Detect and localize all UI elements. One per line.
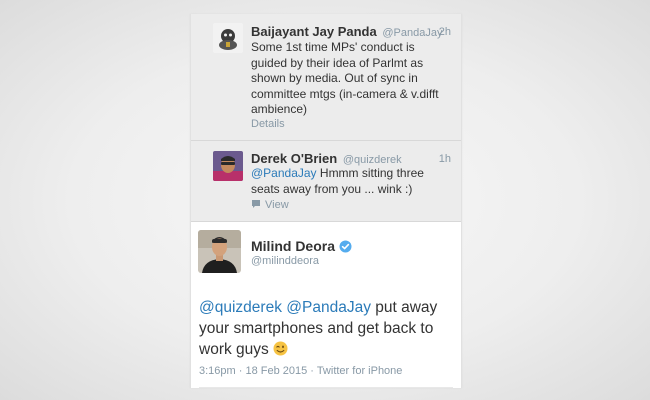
main-tweet: Milind Deora @milinddeora @quizderek @Pa… xyxy=(191,222,461,388)
author-name-text[interactable]: Milind Deora xyxy=(251,238,335,254)
avatar[interactable] xyxy=(213,151,243,181)
author-line: Derek O'Brien @quizderek xyxy=(251,151,402,166)
avatar[interactable] xyxy=(213,23,243,53)
tweet-text: @quizderek @PandaJay put away your smart… xyxy=(199,297,455,360)
tweet-meta[interactable]: 3:16pm · 18 Feb 2015 · Twitter for iPhon… xyxy=(199,365,402,377)
author-name[interactable]: Derek O'Brien xyxy=(251,151,337,166)
author-name[interactable]: Baijayant Jay Panda xyxy=(251,24,377,39)
author-handle[interactable]: @quizderek xyxy=(343,154,402,166)
view-link[interactable]: View xyxy=(251,199,289,212)
details-link[interactable]: Details xyxy=(251,118,285,130)
verified-badge-icon xyxy=(339,240,352,256)
tweet-conversation-column: Baijayant Jay Panda @PandaJay 2h Some 1s… xyxy=(190,14,462,388)
winking-face-icon xyxy=(273,341,288,356)
view-label[interactable]: View xyxy=(265,199,289,211)
speech-bubble-icon xyxy=(251,199,261,212)
mention-link[interactable]: @quizderek xyxy=(199,299,282,316)
mention-link[interactable]: @PandaJay xyxy=(251,166,317,180)
author-handle[interactable]: @milinddeora xyxy=(251,255,319,267)
tweet-item[interactable]: Baijayant Jay Panda @PandaJay 2h Some 1s… xyxy=(191,14,461,141)
avatar[interactable] xyxy=(198,230,241,273)
tweet-time[interactable]: 1h xyxy=(439,153,451,165)
tweet-text: @PandaJay Hmmm sitting three seats away … xyxy=(251,166,447,197)
author-line: Baijayant Jay Panda @PandaJay xyxy=(251,24,442,39)
author-handle[interactable]: @PandaJay xyxy=(382,27,442,39)
mention-link[interactable]: @PandaJay xyxy=(286,299,371,316)
tweet-item[interactable]: Derek O'Brien @quizderek 1h @PandaJay Hm… xyxy=(191,141,461,222)
tweet-text: Some 1st time MPs' conduct is guided by … xyxy=(251,40,439,116)
tweet-time[interactable]: 2h xyxy=(439,26,451,38)
author-name[interactable]: Milind Deora xyxy=(251,238,352,256)
divider xyxy=(199,387,453,388)
